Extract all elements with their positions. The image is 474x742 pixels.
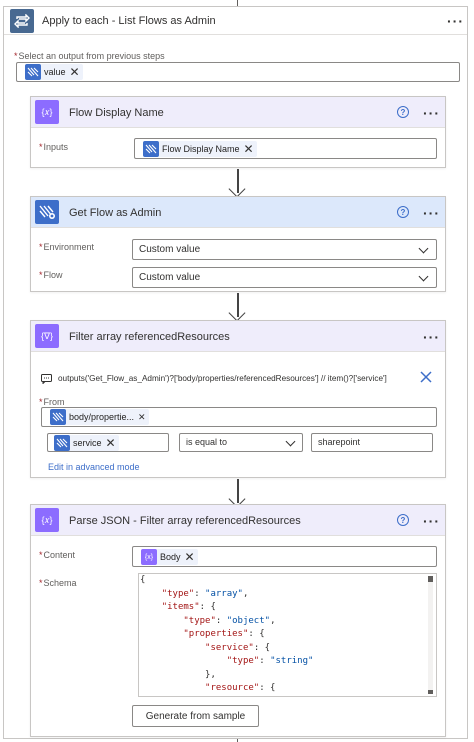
connector-arrow (228, 169, 248, 199)
close-icon[interactable] (419, 370, 433, 387)
inputs-field[interactable]: Flow Display Name ✕ (134, 138, 437, 159)
from-label: *From (39, 397, 65, 407)
help-icon[interactable]: ? (397, 106, 409, 118)
schema-line: "type": "string" (226, 656, 314, 666)
service-token[interactable]: service ✕ (54, 435, 119, 451)
condition-value: sharepoint (318, 437, 361, 447)
parse-json-header[interactable]: {𝑥} Parse JSON - Filter array referenced… (31, 505, 445, 536)
schema-line: "properties": { (183, 629, 265, 639)
flow-label: *Flow (39, 270, 63, 280)
chevron-down-icon (285, 436, 296, 447)
service-token-label: service (73, 438, 102, 448)
comment-icon (41, 374, 52, 387)
flow-display-name-title: Flow Display Name (69, 107, 164, 119)
schema-line: "items": { (161, 602, 216, 612)
body-token[interactable]: {x} Body ✕ (141, 549, 198, 565)
filter-array-card: {∇} Filter array referencedResources ···… (30, 320, 446, 478)
environment-value: Custom value (139, 244, 201, 255)
loop-icon (10, 9, 34, 33)
flow-value: Custom value (139, 272, 201, 283)
schema-line: "type": "array", (161, 588, 249, 599)
close-icon[interactable]: ✕ (244, 143, 254, 155)
select-output-field[interactable]: value ✕ (16, 62, 460, 82)
scrollbar-end (428, 690, 433, 694)
help-icon[interactable]: ? (397, 514, 409, 526)
from-token[interactable]: body/propertie... ✕ (50, 409, 149, 425)
content-field[interactable]: {x} Body ✕ (132, 546, 437, 567)
flow-admin-icon (54, 435, 70, 451)
curly-braces-icon: {x} (141, 549, 157, 565)
apply-to-each-more-icon[interactable]: ··· (447, 14, 464, 28)
chevron-down-icon (418, 271, 429, 282)
schema-line: "type": "object", (140, 696, 319, 697)
apply-to-each-header[interactable]: Apply to each - List Flows as Admin ··· (4, 7, 467, 35)
parse-json-title: Parse JSON - Filter array referencedReso… (69, 515, 301, 527)
scrollbar-thumb[interactable] (428, 576, 433, 582)
filter-array-header[interactable]: {∇} Filter array referencedResources ··· (31, 321, 445, 352)
more-icon[interactable]: ··· (423, 514, 440, 528)
more-icon[interactable]: ··· (423, 206, 440, 220)
flow-admin-icon (50, 409, 66, 425)
flow-display-name-token-label: Flow Display Name (162, 144, 240, 154)
schema-line: "service": { (205, 642, 271, 653)
flow-display-name-token[interactable]: Flow Display Name ✕ (143, 141, 257, 157)
parse-json-card: {𝑥} Parse JSON - Filter array referenced… (30, 504, 446, 737)
more-icon[interactable]: ··· (423, 106, 440, 120)
get-flow-as-admin-header[interactable]: Get Flow as Admin ? ··· (31, 197, 445, 228)
flow-display-name-card: {𝑥} Flow Display Name ? ··· *Inputs Flow… (30, 96, 446, 168)
curly-braces-icon: {𝑥} (35, 508, 59, 532)
schema-label: *Schema (39, 578, 77, 588)
schema-line: "resource": { (205, 683, 276, 693)
value-token[interactable]: value ✕ (25, 64, 83, 80)
schema-line: { (140, 575, 146, 585)
flow-select[interactable]: Custom value (132, 267, 437, 288)
operator-value: is equal to (186, 437, 228, 447)
apply-to-each-scope: Apply to each - List Flows as Admin ··· … (3, 6, 468, 739)
apply-to-each-title: Apply to each - List Flows as Admin (42, 15, 216, 27)
connector-arrow (228, 293, 248, 323)
more-icon[interactable]: ··· (423, 330, 440, 344)
flow-display-name-header[interactable]: {𝑥} Flow Display Name ? ··· (31, 97, 445, 128)
flow-admin-icon (35, 200, 59, 224)
condition-left-field[interactable]: service ✕ (47, 433, 169, 452)
from-token-label: body/propertie... (69, 412, 135, 422)
from-field[interactable]: body/propertie... ✕ (41, 407, 437, 427)
environment-label: *Environment (39, 242, 95, 252)
content-label: *Content (39, 550, 76, 560)
curly-braces-icon: {𝑥} (35, 100, 59, 124)
schema-code: { "type": "array", "items": { "type": "o… (140, 574, 319, 697)
edit-advanced-mode-link[interactable]: Edit in advanced mode (48, 462, 140, 472)
inputs-label: *Inputs (39, 142, 69, 152)
flow-admin-icon (143, 141, 159, 157)
close-icon[interactable]: ✕ (106, 437, 116, 449)
flow-admin-icon (25, 64, 41, 80)
chevron-down-icon (418, 243, 429, 254)
schema-line: }, (205, 669, 216, 680)
body-token-label: Body (160, 552, 181, 562)
select-output-label: *Select an output from previous steps (14, 51, 165, 61)
close-icon[interactable]: ✕ (185, 551, 195, 563)
get-flow-as-admin-card: Get Flow as Admin ? ··· *Environment Cus… (30, 196, 446, 292)
filter-braces-icon: {∇} (35, 324, 59, 348)
environment-select[interactable]: Custom value (132, 239, 437, 260)
filter-expression: outputs('Get_Flow_as_Admin')?['body/prop… (58, 374, 387, 383)
get-flow-as-admin-title: Get Flow as Admin (69, 207, 162, 219)
condition-value-field[interactable]: sharepoint (311, 433, 433, 452)
operator-select[interactable]: is equal to (179, 433, 303, 452)
schema-scrollbar[interactable] (428, 576, 433, 694)
generate-from-sample-button[interactable]: Generate from sample (132, 705, 259, 727)
schema-line: "type": "object", (183, 615, 276, 626)
close-icon[interactable]: ✕ (138, 412, 146, 422)
value-token-label: value (44, 67, 66, 77)
filter-array-title: Filter array referencedResources (69, 331, 230, 343)
help-icon[interactable]: ? (397, 206, 409, 218)
close-icon[interactable]: ✕ (70, 66, 80, 78)
schema-editor[interactable]: { "type": "array", "items": { "type": "o… (138, 573, 437, 697)
